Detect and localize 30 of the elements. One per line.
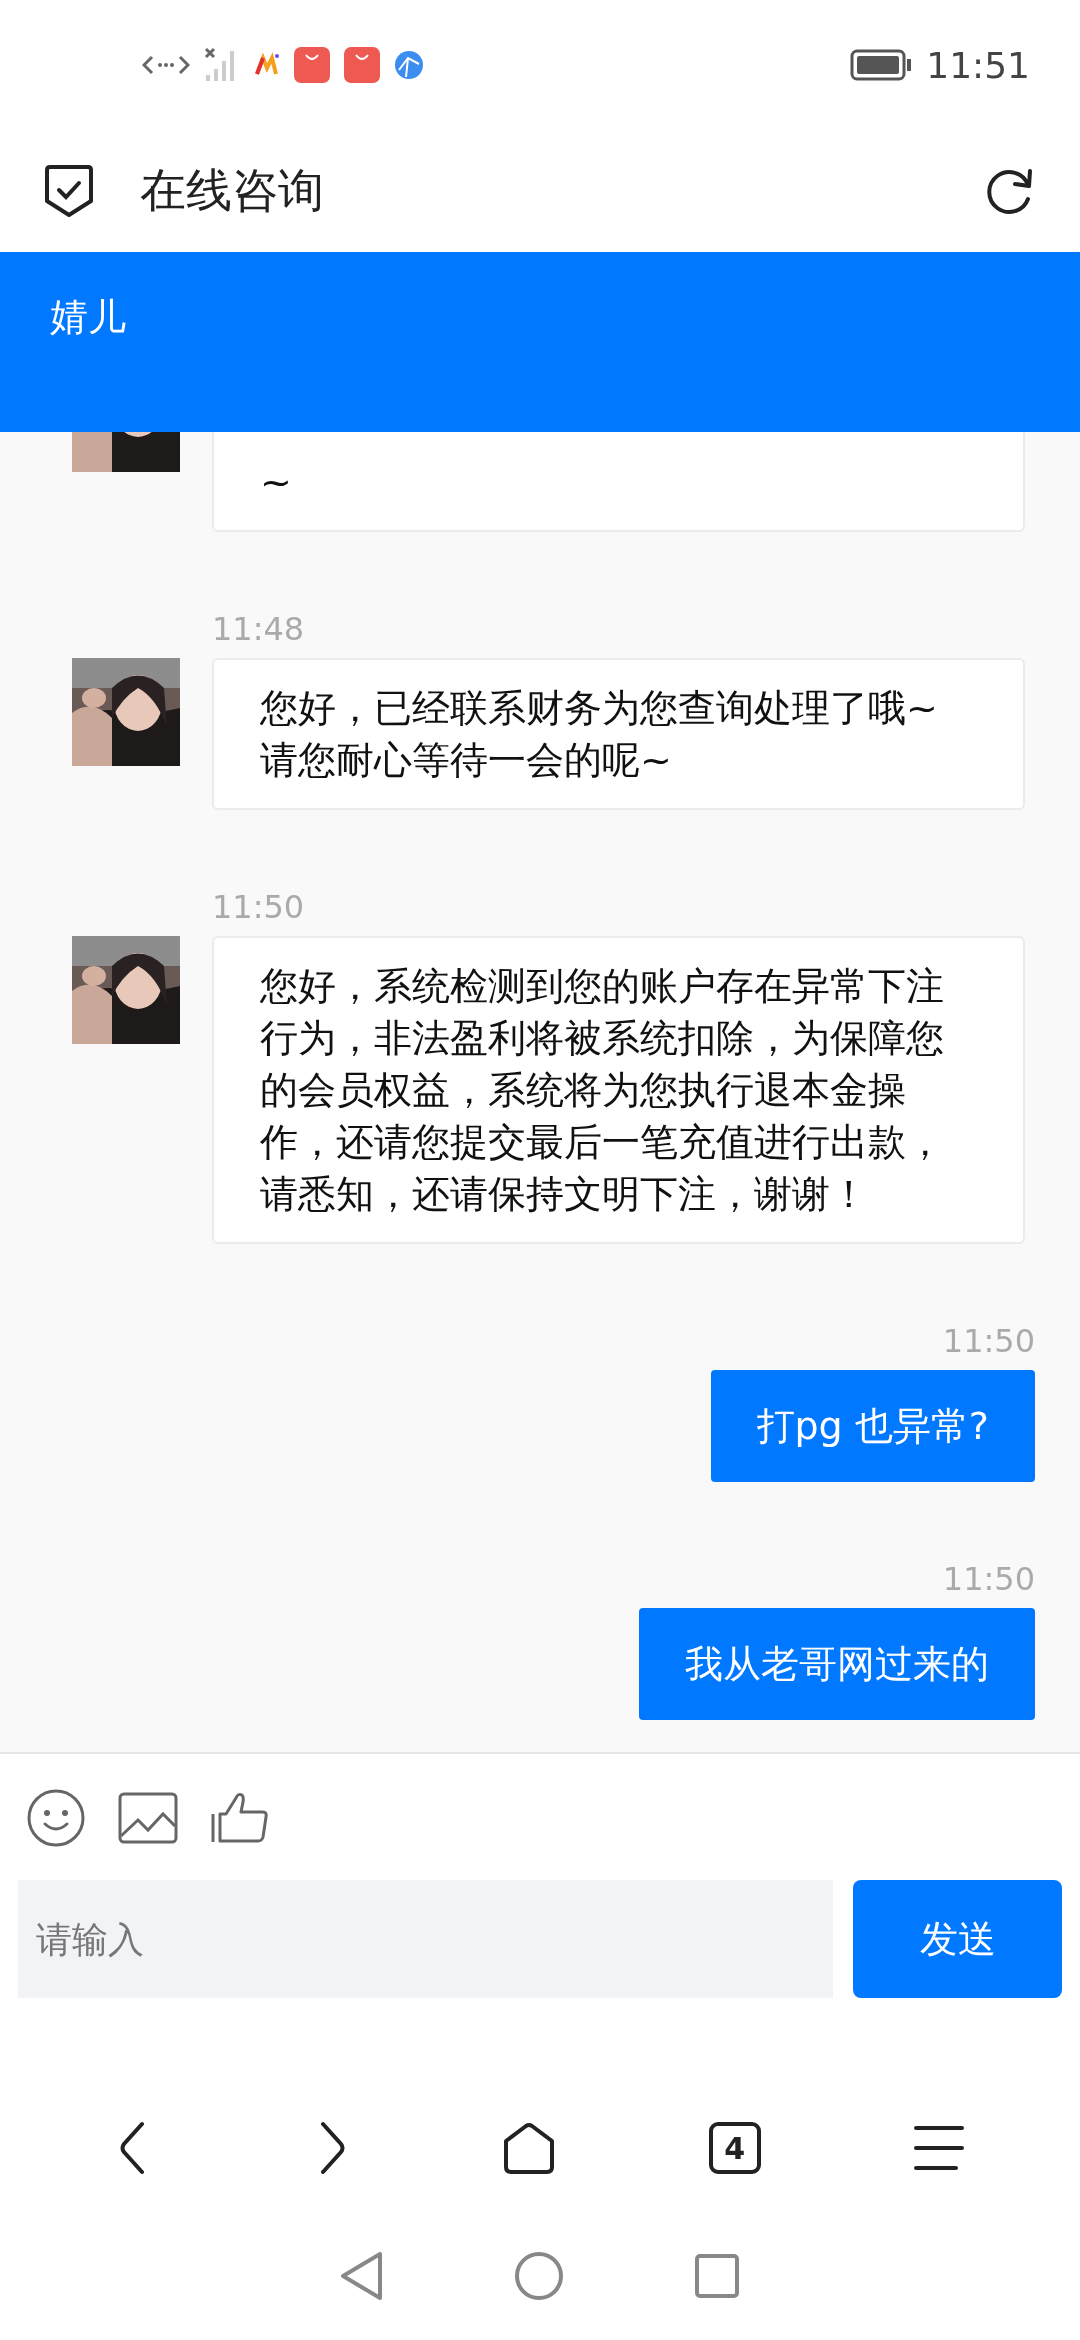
page-title: 在线咨询 [140,162,325,219]
menu-icon[interactable] [913,2125,964,2171]
app-icon [254,52,280,78]
home-circle-icon[interactable] [514,2251,564,2301]
clock: 11:51 [926,44,1030,86]
recents-square-icon[interactable] [694,2253,740,2299]
image-icon[interactable] [118,1792,178,1844]
home-icon[interactable] [502,2121,556,2175]
message-bubble: 您好，系统检测到您的账户存在异常下注行为，非法盈利将被系统扣除，为保障您的会员权益，系统将为您执行退本金操作，还请您提交最后一笔充值进行出款，请悉知，还请保持文明下注，谢谢！ [212,936,1025,1244]
message-bubble: 打pg 也异常? [710,1370,1035,1482]
back-triangle-icon[interactable] [340,2251,384,2301]
shopping-bag-app-icon [294,47,330,83]
message-time: 11:48 [212,610,305,648]
globe-icon [394,50,424,80]
message-bubble: ~ [212,432,1025,532]
message-bubble: 我从老哥网过来的 [639,1608,1035,1720]
emoji-icon[interactable] [26,1788,86,1848]
thumbs-up-icon[interactable] [210,1792,270,1844]
send-button[interactable]: 发送 [853,1880,1062,1998]
message-bubble: 您好，已经联系财务为您查询处理了哦~ 请您耐心等待一会的呢~ [212,658,1025,810]
data-arrows-icon [142,53,190,77]
shield-check-icon [44,163,94,219]
shopping-bag-app-icon [344,47,380,83]
message-time: 11:50 [942,1560,1035,1598]
message-input[interactable]: 请输入 [18,1880,833,1998]
tabs-button[interactable]: 4 [708,2122,761,2174]
message-time: 11:50 [942,1322,1035,1360]
battery-icon [850,49,913,81]
agent-name: 婧儿 [50,295,126,339]
message-time: 11:50 [212,888,305,926]
